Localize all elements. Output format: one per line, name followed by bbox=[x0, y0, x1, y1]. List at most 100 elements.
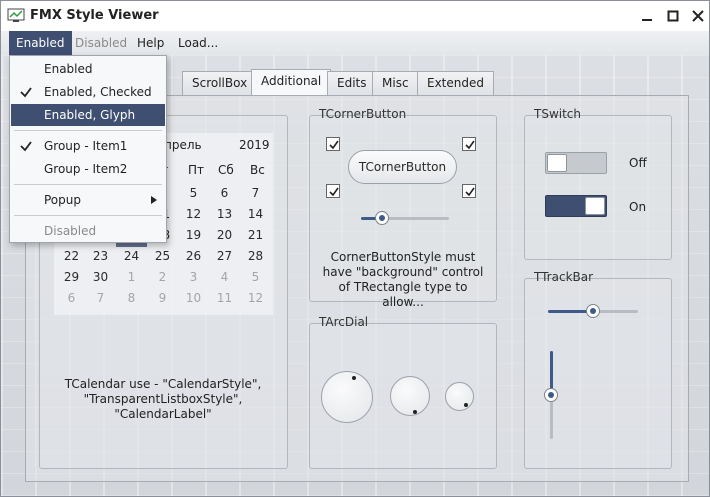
calendar-day[interactable]: 13 bbox=[209, 204, 240, 225]
switch-group-title: TSwitch bbox=[534, 107, 582, 121]
dropdown-item-label: Enabled, Glyph bbox=[44, 108, 136, 122]
menu-enabled[interactable]: Enabled bbox=[9, 31, 72, 55]
submenu-arrow-icon bbox=[151, 196, 157, 204]
switch-on[interactable] bbox=[545, 195, 607, 217]
window-title: FMX Style Viewer bbox=[30, 8, 159, 23]
calendar-day[interactable]: 1 bbox=[116, 267, 147, 288]
calendar-day[interactable]: 12 bbox=[240, 288, 271, 309]
check-icon bbox=[20, 141, 32, 152]
arcdial-medium-indicator bbox=[413, 410, 417, 414]
cornerbutton-group-title: TCornerButton bbox=[319, 107, 407, 121]
menu-disabled[interactable]: Disabled bbox=[68, 31, 134, 55]
switch-on-label: On bbox=[629, 200, 647, 214]
dropdown-item-enabled-checked[interactable]: Enabled, Checked bbox=[11, 81, 165, 103]
calendar-day[interactable]: 27 bbox=[209, 246, 240, 267]
calendar-day[interactable]: 10 bbox=[178, 288, 209, 309]
dropdown-item-disabled: Disabled bbox=[11, 220, 165, 242]
calendar-day[interactable]: 26 bbox=[178, 246, 209, 267]
calendar-day[interactable]: 5 bbox=[240, 267, 271, 288]
trackbar-group-title: TTrackBar bbox=[534, 270, 594, 284]
switch-on-knob bbox=[585, 197, 605, 215]
calendar-day[interactable]: 19 bbox=[178, 225, 209, 246]
calendar-day[interactable]: 8 bbox=[116, 288, 147, 309]
corner-slider-thumb[interactable] bbox=[375, 211, 390, 225]
calendar-day[interactable]: 22 bbox=[56, 246, 87, 267]
calendar-weekday-fri: Пт bbox=[188, 163, 205, 177]
minimize-icon bbox=[642, 19, 652, 21]
calendar-day[interactable]: 5 bbox=[178, 183, 209, 204]
calendar-day[interactable]: 29 bbox=[56, 267, 87, 288]
calendar-day[interactable]: 3 bbox=[178, 267, 209, 288]
tab-edits[interactable]: Edits bbox=[327, 71, 377, 95]
dropdown-item-label: Enabled bbox=[44, 62, 93, 76]
check-icon bbox=[465, 187, 475, 197]
corner-button[interactable]: TCornerButton bbox=[348, 150, 457, 184]
dropdown-item-label: Disabled bbox=[44, 224, 97, 238]
menu-help[interactable]: Help bbox=[130, 31, 171, 55]
calendar-day[interactable]: 21 bbox=[240, 225, 271, 246]
arcdial-group-title: TArcDial bbox=[319, 315, 369, 329]
calendar-day[interactable]: 2 bbox=[147, 267, 178, 288]
corner-checkbox-top-right[interactable] bbox=[462, 137, 476, 151]
check-icon bbox=[329, 140, 339, 150]
tab-additional[interactable]: Additional bbox=[251, 69, 332, 96]
corner-checkbox-top-left[interactable] bbox=[326, 137, 340, 151]
app-icon bbox=[7, 8, 25, 22]
calendar-day[interactable]: 25 bbox=[147, 246, 178, 267]
dropdown-item-group-item2[interactable]: Group - Item2 bbox=[11, 158, 165, 180]
calendar-year: 2019 bbox=[239, 138, 270, 152]
arcdial-large[interactable] bbox=[321, 371, 373, 423]
menu-bar: Enabled Disabled Help Load... bbox=[1, 31, 709, 55]
arcdial-small-indicator bbox=[464, 403, 468, 407]
calendar-caption: TCalendar use - "CalendarStyle", "Transp… bbox=[64, 377, 262, 421]
calendar-day[interactable]: 11 bbox=[209, 288, 240, 309]
switch-off-knob bbox=[547, 154, 567, 172]
calendar-weekday-sun: Вс bbox=[250, 163, 265, 177]
corner-checkbox-bottom-right[interactable] bbox=[462, 184, 476, 198]
calendar-day[interactable]: 14 bbox=[240, 204, 271, 225]
arcdial-medium[interactable] bbox=[390, 376, 430, 416]
switch-off[interactable] bbox=[545, 152, 607, 174]
calendar-day[interactable]: 28 bbox=[240, 246, 271, 267]
maximize-button[interactable] bbox=[659, 5, 687, 27]
dropdown-separator bbox=[14, 184, 162, 185]
corner-checkbox-bottom-left[interactable] bbox=[326, 184, 340, 198]
tab-extended[interactable]: Extended bbox=[417, 71, 494, 95]
calendar-day[interactable]: 23 bbox=[85, 246, 116, 267]
switch-off-label: Off bbox=[629, 156, 647, 170]
calendar-day[interactable]: 6 bbox=[209, 183, 240, 204]
calendar-day[interactable]: 24 bbox=[116, 246, 147, 267]
trackbar-vertical-thumb[interactable] bbox=[544, 388, 558, 402]
enabled-menu-dropdown: Enabled Enabled, Checked Enabled, Glyph … bbox=[9, 55, 167, 243]
check-icon bbox=[20, 87, 32, 98]
title-bar: FMX Style Viewer bbox=[1, 1, 709, 31]
close-button[interactable] bbox=[684, 5, 710, 27]
menu-load[interactable]: Load... bbox=[171, 31, 225, 55]
calendar-weekday-sat: Сб bbox=[218, 163, 234, 177]
arcdial-small[interactable] bbox=[445, 382, 474, 411]
dropdown-item-label: Popup bbox=[44, 193, 81, 207]
app-window: FMX Style Viewer Enabled Disabled Help L… bbox=[0, 0, 710, 497]
calendar-day[interactable]: 12 bbox=[178, 204, 209, 225]
calendar-day[interactable]: 20 bbox=[209, 225, 240, 246]
dropdown-separator bbox=[14, 215, 162, 216]
calendar-day[interactable]: 7 bbox=[240, 183, 271, 204]
calendar-day[interactable]: 4 bbox=[209, 267, 240, 288]
dropdown-item-enabled-glyph[interactable]: Enabled, Glyph bbox=[11, 104, 165, 126]
switch-group: TSwitch bbox=[524, 107, 672, 260]
dropdown-item-enabled[interactable]: Enabled bbox=[11, 58, 165, 80]
calendar-day[interactable]: 7 bbox=[85, 288, 116, 309]
arcdial-large-indicator bbox=[352, 376, 356, 380]
trackbar-horizontal-thumb[interactable] bbox=[586, 304, 600, 318]
tab-misc[interactable]: Misc bbox=[372, 71, 419, 95]
dropdown-item-popup[interactable]: Popup bbox=[11, 189, 165, 211]
tab-scrollbox[interactable]: ScrollBox bbox=[182, 71, 258, 95]
close-icon bbox=[692, 10, 704, 22]
calendar-month: прель bbox=[164, 138, 202, 152]
calendar-day[interactable]: 9 bbox=[147, 288, 178, 309]
minimize-button[interactable] bbox=[633, 5, 661, 27]
dropdown-item-group-item1[interactable]: Group - Item1 bbox=[11, 135, 165, 157]
calendar-day[interactable]: 30 bbox=[85, 267, 116, 288]
check-icon bbox=[329, 187, 339, 197]
calendar-day[interactable]: 6 bbox=[56, 288, 87, 309]
